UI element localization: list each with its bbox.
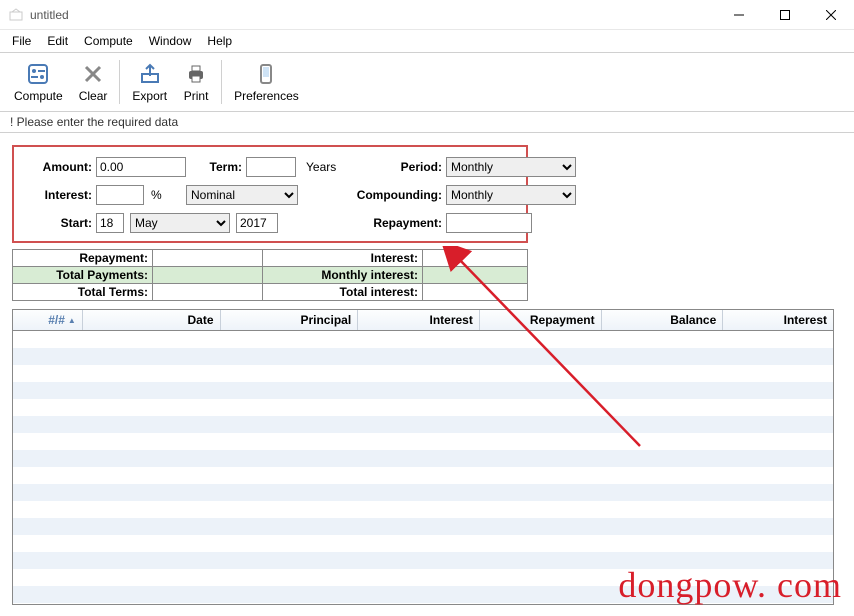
preferences-label: Preferences [234, 89, 299, 103]
table-body[interactable] [13, 331, 833, 605]
start-month-select[interactable]: May [130, 213, 230, 233]
close-button[interactable] [808, 0, 854, 30]
table-row[interactable] [13, 586, 833, 603]
table-row[interactable] [13, 331, 833, 348]
table-row[interactable] [13, 552, 833, 569]
start-day-input[interactable] [96, 213, 124, 233]
table-row[interactable] [13, 569, 833, 586]
table-header-row: #/#▲ Date Principal Interest Repayment B… [13, 310, 833, 331]
table-row[interactable] [13, 535, 833, 552]
summary-total-terms-label: Total Terms: [13, 284, 153, 300]
summary-table: Repayment: Interest: Total Payments: Mon… [12, 249, 528, 301]
amortization-table: #/#▲ Date Principal Interest Repayment B… [12, 309, 834, 605]
column-header-interest[interactable]: Interest [358, 310, 480, 330]
minimize-button[interactable] [716, 0, 762, 30]
summary-total-interest-value [423, 284, 523, 300]
amount-input[interactable] [96, 157, 186, 177]
amount-label: Amount: [26, 160, 96, 174]
compute-icon [25, 61, 51, 87]
input-form: Amount: Term: Years Period: Monthly Inte… [12, 145, 528, 243]
summary-interest-label: Interest: [263, 250, 423, 266]
column-header-date[interactable]: Date [83, 310, 221, 330]
print-icon [183, 61, 209, 87]
clear-label: Clear [79, 89, 108, 103]
clear-icon [80, 61, 106, 87]
compute-label: Compute [14, 89, 63, 103]
summary-monthly-interest-label: Monthly interest: [263, 267, 423, 283]
maximize-button[interactable] [762, 0, 808, 30]
table-row[interactable] [13, 382, 833, 399]
percent-label: % [147, 188, 162, 202]
print-button[interactable]: Print [175, 55, 217, 109]
summary-total-payments-label: Total Payments: [13, 267, 153, 283]
print-label: Print [184, 89, 209, 103]
compute-button[interactable]: Compute [6, 55, 71, 109]
column-header-index[interactable]: #/#▲ [13, 310, 83, 330]
term-unit: Years [306, 160, 346, 174]
export-label: Export [132, 89, 167, 103]
term-label: Term: [186, 160, 246, 174]
toolbar: Compute Clear Export Print Preferences [0, 52, 854, 112]
menu-edit[interactable]: Edit [39, 32, 76, 50]
export-icon [137, 61, 163, 87]
summary-monthly-interest-value [423, 267, 523, 283]
table-row[interactable] [13, 433, 833, 450]
clear-button[interactable]: Clear [71, 55, 116, 109]
start-year-input[interactable] [236, 213, 278, 233]
period-label: Period: [346, 160, 446, 174]
summary-total-payments-value [153, 267, 263, 283]
window-titlebar: untitled [0, 0, 854, 30]
column-header-principal[interactable]: Principal [221, 310, 359, 330]
status-message: ! Please enter the required data [0, 112, 854, 133]
menu-compute[interactable]: Compute [76, 32, 141, 50]
summary-total-interest-label: Total interest: [263, 284, 423, 300]
table-row[interactable] [13, 501, 833, 518]
table-row[interactable] [13, 416, 833, 433]
interest-label: Interest: [26, 188, 96, 202]
preferences-button[interactable]: Preferences [226, 55, 307, 109]
table-row[interactable] [13, 467, 833, 484]
toolbar-separator [221, 60, 222, 104]
summary-total-terms-value [153, 284, 263, 300]
table-row[interactable] [13, 348, 833, 365]
summary-repayment-value [153, 250, 263, 266]
toolbar-separator [119, 60, 120, 104]
window-title: untitled [30, 8, 716, 22]
table-row[interactable] [13, 399, 833, 416]
table-row[interactable] [13, 484, 833, 501]
summary-interest-value [423, 250, 523, 266]
term-input[interactable] [246, 157, 296, 177]
table-row[interactable] [13, 365, 833, 382]
app-icon [8, 7, 24, 23]
compounding-label: Compounding: [306, 188, 446, 202]
start-label: Start: [26, 216, 96, 230]
menu-help[interactable]: Help [199, 32, 240, 50]
repayment-input[interactable] [446, 213, 532, 233]
sort-ascending-icon: ▲ [68, 316, 76, 325]
menu-file[interactable]: File [4, 32, 39, 50]
table-row[interactable] [13, 450, 833, 467]
preferences-icon [253, 61, 279, 87]
summary-repayment-label: Repayment: [13, 250, 153, 266]
column-header-interest2[interactable]: Interest [723, 310, 833, 330]
menu-bar: File Edit Compute Window Help [0, 30, 854, 52]
menu-window[interactable]: Window [141, 32, 200, 50]
repayment-label: Repayment: [306, 216, 446, 230]
interest-type-select[interactable]: Nominal [186, 185, 298, 205]
period-select[interactable]: Monthly [446, 157, 576, 177]
table-row[interactable] [13, 518, 833, 535]
export-button[interactable]: Export [124, 55, 175, 109]
column-header-balance[interactable]: Balance [602, 310, 724, 330]
interest-input[interactable] [96, 185, 144, 205]
column-header-repayment[interactable]: Repayment [480, 310, 602, 330]
compounding-select[interactable]: Monthly [446, 185, 576, 205]
